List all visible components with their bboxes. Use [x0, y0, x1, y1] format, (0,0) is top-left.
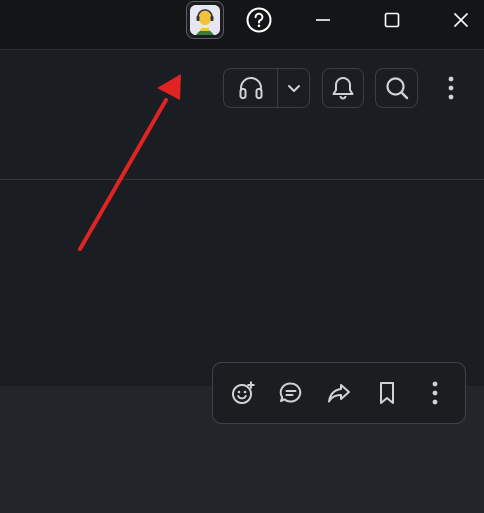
- chevron-down-icon: [287, 85, 300, 92]
- user-avatar-button[interactable]: [186, 1, 224, 39]
- huddle-button-group: [223, 68, 310, 108]
- headphones-icon: [239, 77, 262, 99]
- more-vertical-icon: [448, 76, 454, 100]
- notifications-button[interactable]: [322, 68, 364, 108]
- maximize-icon: [384, 12, 400, 28]
- channel-header: [0, 50, 484, 180]
- reply-in-thread-button[interactable]: [271, 373, 311, 413]
- more-options-button[interactable]: [436, 68, 466, 108]
- forward-message-button[interactable]: [319, 373, 359, 413]
- message-actions-toolbar: [212, 362, 466, 424]
- avatar-image: [190, 5, 220, 35]
- bookmark-icon: [380, 382, 394, 404]
- help-button[interactable]: [236, 0, 282, 40]
- message-more-actions-button[interactable]: [415, 373, 455, 413]
- close-icon: [453, 12, 469, 28]
- bell-icon: [332, 77, 354, 100]
- save-for-later-button[interactable]: [367, 373, 407, 413]
- start-huddle-button[interactable]: [224, 69, 278, 107]
- message-area: [0, 180, 484, 386]
- help-circle-icon: [246, 7, 272, 33]
- more-vertical-icon: [432, 381, 438, 405]
- user-avatar-icon: [190, 5, 220, 35]
- search-button[interactable]: [375, 68, 418, 108]
- huddle-options-button[interactable]: [278, 69, 309, 107]
- maximize-button[interactable]: [369, 0, 415, 40]
- close-button[interactable]: [438, 0, 484, 40]
- minimize-button[interactable]: [300, 0, 346, 40]
- add-reaction-icon: [232, 381, 255, 404]
- search-icon: [385, 77, 408, 100]
- reply-in-thread-icon: [279, 382, 302, 403]
- minimize-icon: [316, 19, 330, 21]
- forward-icon: [328, 384, 350, 403]
- window-titlebar: [0, 0, 484, 50]
- add-reaction-button[interactable]: [223, 373, 263, 413]
